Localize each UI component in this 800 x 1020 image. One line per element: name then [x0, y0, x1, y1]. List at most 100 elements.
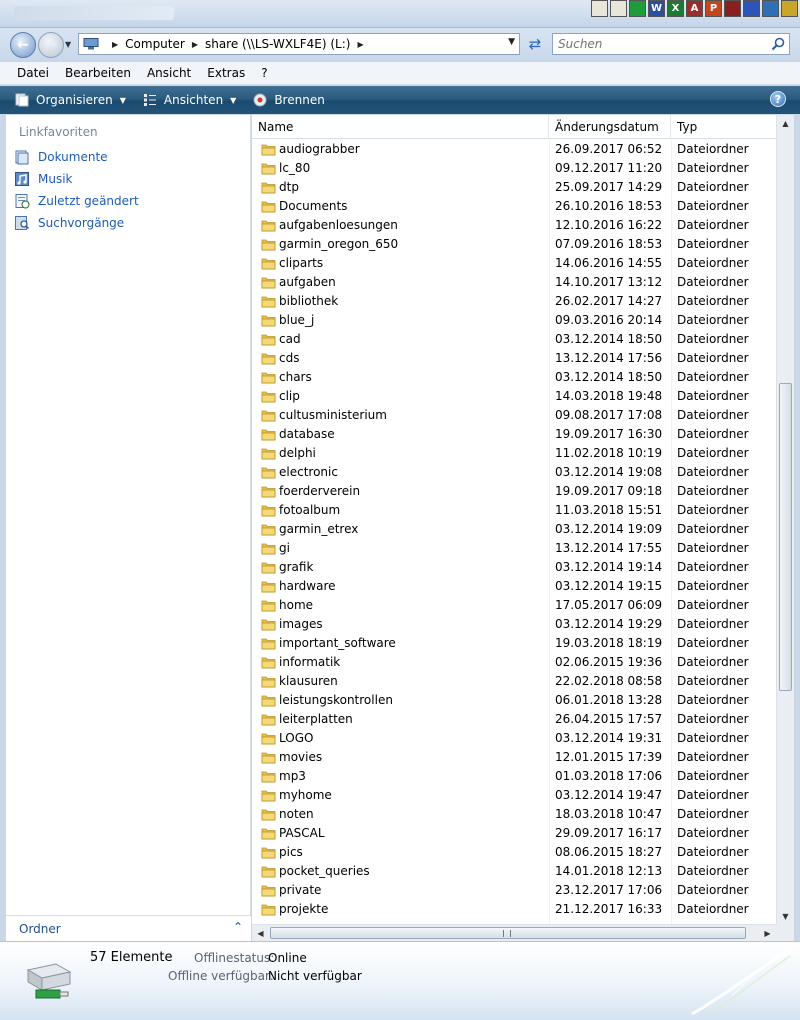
text-file-icon[interactable]	[610, 0, 627, 17]
nav-item-documents[interactable]: Dokumente	[14, 148, 108, 166]
table-row[interactable]: database 19.09.2017 16:30 Dateiordner	[252, 425, 776, 444]
table-row[interactable]: PASCAL 29.09.2017 16:17 Dateiordner	[252, 824, 776, 843]
breadcrumb-separator-icon[interactable]: ▶	[192, 40, 198, 49]
table-row[interactable]: chars 03.12.2014 18:50 Dateiordner	[252, 368, 776, 387]
table-row[interactable]: noten 18.03.2018 10:47 Dateiordner	[252, 805, 776, 824]
file-name: LOGO	[279, 731, 314, 745]
nav-item-recent[interactable]: Zuletzt geändert	[14, 192, 139, 210]
help-button[interactable]: ?	[770, 91, 786, 107]
breadcrumb-share[interactable]: share (\\LS-WXLF4E) (L:)	[205, 37, 350, 51]
table-row[interactable]: images 03.12.2014 19:29 Dateiordner	[252, 615, 776, 634]
breadcrumb-separator-icon[interactable]: ▶	[357, 40, 363, 49]
table-row[interactable]: leiterplatten 26.04.2015 17:57 Dateiordner	[252, 710, 776, 729]
clock-icon[interactable]	[781, 0, 798, 17]
file-name: lc_80	[279, 161, 311, 175]
search-icon[interactable]	[771, 37, 785, 51]
table-row[interactable]: lc_80 09.12.2017 11:20 Dateiordner	[252, 159, 776, 178]
table-row[interactable]: gi 13.12.2014 17:55 Dateiordner	[252, 539, 776, 558]
table-row[interactable]: cad 03.12.2014 18:50 Dateiordner	[252, 330, 776, 349]
address-bar[interactable]: ▶ Computer ▶ share (\\LS-WXLF4E) (L:) ▶ …	[78, 33, 520, 55]
access-icon[interactable]: A	[686, 0, 703, 17]
scroll-down-arrow-icon[interactable]: ▼	[777, 908, 794, 925]
excel-icon[interactable]: X	[667, 0, 684, 17]
table-row[interactable]: electronic 03.12.2014 19:08 Dateiordner	[252, 463, 776, 482]
menu-bearbeiten[interactable]: Bearbeiten	[57, 66, 139, 80]
table-row[interactable]: bibliothek 26.02.2017 14:27 Dateiordner	[252, 292, 776, 311]
table-row[interactable]: mp3 01.03.2018 17:06 Dateiordner	[252, 767, 776, 786]
table-row[interactable]: pocket_queries 14.01.2018 12:13 Dateiordne…	[252, 862, 776, 881]
word-icon[interactable]: W	[648, 0, 665, 17]
search-box[interactable]	[552, 33, 790, 55]
breadcrumb-computer[interactable]: Computer	[125, 37, 185, 51]
table-row[interactable]: leistungskontrollen 06.01.2018 13:28 Datei…	[252, 691, 776, 710]
refresh-button[interactable]: ⇄	[524, 34, 546, 54]
table-row[interactable]: aufgabenloesungen 12.10.2016 16:22 Dateior…	[252, 216, 776, 235]
table-row[interactable]: klausuren 22.02.2018 08:58 Dateiordner	[252, 672, 776, 691]
views-button[interactable]: Ansichten ▼	[142, 93, 236, 107]
column-header-date[interactable]: Änderungsdatum	[549, 115, 671, 139]
menu-extras[interactable]: Extras	[199, 66, 253, 80]
table-row[interactable]: projekte 21.12.2017 16:33 Dateiordner	[252, 900, 776, 919]
key-icon[interactable]	[724, 0, 741, 17]
nav-item-searches[interactable]: Suchvorgänge	[14, 214, 124, 232]
table-row[interactable]: home 17.05.2017 06:09 Dateiordner	[252, 596, 776, 615]
vertical-scroll-thumb[interactable]	[779, 383, 792, 691]
table-row[interactable]: cultusministerium 09.08.2017 17:08 Dateior…	[252, 406, 776, 425]
document-icon[interactable]	[591, 0, 608, 17]
file-date: 03.12.2014 18:50	[555, 370, 663, 384]
folders-toggle[interactable]: Ordner ⌃	[6, 915, 251, 941]
folder-icon	[261, 486, 276, 498]
table-row[interactable]: myhome 03.12.2014 19:47 Dateiordner	[252, 786, 776, 805]
table-row[interactable]: grafik 03.12.2014 19:14 Dateiordner	[252, 558, 776, 577]
table-row[interactable]: dtp 25.09.2017 14:29 Dateiordner	[252, 178, 776, 197]
table-row[interactable]: hardware 03.12.2014 19:15 Dateiordner	[252, 577, 776, 596]
breadcrumb-separator-icon[interactable]: ▶	[112, 40, 118, 49]
menu-help[interactable]: ?	[253, 66, 275, 80]
table-row[interactable]: fotoalbum 11.03.2018 15:51 Dateiordner	[252, 501, 776, 520]
back-button[interactable]: ←	[10, 32, 36, 58]
table-row[interactable]: informatik 02.06.2015 19:36 Dateiordner	[252, 653, 776, 672]
table-row[interactable]: clip 14.03.2018 19:48 Dateiordner	[252, 387, 776, 406]
table-row[interactable]: pics 08.06.2015 18:27 Dateiordner	[252, 843, 776, 862]
powerpoint-icon[interactable]: P	[705, 0, 722, 17]
scroll-right-arrow-icon[interactable]: ▶	[759, 925, 776, 942]
scroll-left-arrow-icon[interactable]: ◀	[252, 925, 269, 942]
menu-ansicht[interactable]: Ansicht	[139, 66, 199, 80]
table-row[interactable]: garmin_etrex 03.12.2014 19:09 Dateiordner	[252, 520, 776, 539]
green-app-icon[interactable]	[629, 0, 646, 17]
table-row[interactable]: movies 12.01.2015 17:39 Dateiordner	[252, 748, 776, 767]
file-date: 14.06.2016 14:55	[555, 256, 663, 270]
table-row[interactable]: delphi 11.02.2018 10:19 Dateiordner	[252, 444, 776, 463]
horizontal-scroll-thumb[interactable]	[270, 927, 746, 939]
table-row[interactable]: important_software 19.03.2018 18:19 Dateio…	[252, 634, 776, 653]
file-name: grafik	[279, 560, 314, 574]
globe-icon[interactable]	[762, 0, 779, 17]
column-header-type[interactable]: Typ	[671, 115, 776, 139]
column-header-name[interactable]: Name	[252, 115, 549, 139]
table-row[interactable]: audiograbber 26.09.2017 06:52 Dateiordner	[252, 140, 776, 159]
table-row[interactable]: aufgaben 14.10.2017 13:12 Dateiordner	[252, 273, 776, 292]
table-row[interactable]: cds 13.12.2014 17:56 Dateiordner	[252, 349, 776, 368]
table-row[interactable]: blue_j 09.03.2016 20:14 Dateiordner	[252, 311, 776, 330]
horizontal-scrollbar[interactable]: ◀ ▶	[252, 924, 776, 941]
file-date: 13.12.2014 17:55	[555, 541, 663, 555]
recent-pages-dropdown[interactable]: ▼	[65, 40, 71, 49]
table-row[interactable]: Documents 26.10.2016 18:53 Dateiordner	[252, 197, 776, 216]
blue-app-icon[interactable]	[743, 0, 760, 17]
address-dropdown-icon[interactable]: ▼	[508, 37, 515, 47]
folder-icon	[261, 619, 276, 631]
search-input[interactable]	[553, 34, 753, 54]
table-row[interactable]: foerderverein 19.09.2017 09:18 Dateiordner	[252, 482, 776, 501]
table-row[interactable]: LOGO 03.12.2014 19:31 Dateiordner	[252, 729, 776, 748]
table-row[interactable]: garmin_oregon_650 07.09.2016 18:53 Dateior…	[252, 235, 776, 254]
table-row[interactable]: private 23.12.2017 17:06 Dateiordner	[252, 881, 776, 900]
table-row[interactable]: cliparts 14.06.2016 14:55 Dateiordner	[252, 254, 776, 273]
menu-datei[interactable]: Datei	[9, 66, 57, 80]
organize-button[interactable]: Organisieren ▼	[14, 93, 126, 107]
file-name: blue_j	[279, 313, 315, 327]
burn-button[interactable]: Brennen	[252, 93, 325, 107]
nav-item-music[interactable]: Musik	[14, 170, 73, 188]
scroll-up-arrow-icon[interactable]: ▲	[777, 115, 794, 132]
forward-button[interactable]: →	[38, 32, 64, 58]
vertical-scrollbar[interactable]: ▲ ▼	[776, 115, 794, 925]
